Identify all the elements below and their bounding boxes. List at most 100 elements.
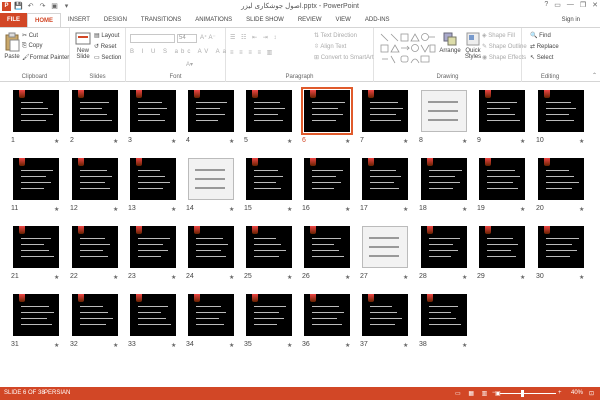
slide-thumbnail[interactable]: [246, 158, 292, 200]
animation-star-icon[interactable]: ★: [403, 206, 408, 213]
animation-star-icon[interactable]: ★: [113, 138, 118, 145]
slide-thumbnail[interactable]: [246, 294, 292, 336]
slide-thumbnail[interactable]: [13, 158, 59, 200]
animation-star-icon[interactable]: ★: [462, 274, 467, 281]
tab-transitions[interactable]: TRANSITIONS: [134, 13, 188, 27]
font-name-box[interactable]: [130, 34, 175, 43]
fit-slide-icon[interactable]: ⊡: [589, 390, 594, 397]
slide-thumbnail[interactable]: [304, 226, 350, 268]
section-button[interactable]: ▭ Section: [94, 54, 121, 61]
slide-thumbnail[interactable]: [130, 158, 176, 200]
tab-slide-show[interactable]: SLIDE SHOW: [239, 13, 291, 27]
font-color-icon[interactable]: A▾: [186, 61, 193, 68]
shape-effects-button[interactable]: ◉ Shape Effects: [482, 54, 526, 61]
convert-smartart-button[interactable]: ⊞ Convert to SmartArt: [314, 54, 374, 61]
font-format-buttons[interactable]: B I U S abc AV Aa: [130, 49, 229, 55]
shapes-gallery[interactable]: [380, 32, 436, 64]
slide-thumbnail[interactable]: [130, 90, 176, 132]
animation-star-icon[interactable]: ★: [345, 206, 350, 213]
slide-thumbnail[interactable]: [479, 90, 525, 132]
animation-star-icon[interactable]: ★: [171, 342, 176, 349]
slide-thumbnail[interactable]: [130, 294, 176, 336]
slide-thumbnail[interactable]: [72, 90, 118, 132]
animation-star-icon[interactable]: ★: [462, 138, 467, 145]
arrange-button[interactable]: Arrange: [438, 32, 462, 54]
font-size-box[interactable]: 54: [177, 34, 197, 43]
slide-thumbnail[interactable]: [362, 294, 408, 336]
zoom-level[interactable]: 40%: [571, 390, 583, 396]
animation-star-icon[interactable]: ★: [54, 138, 59, 145]
slide-thumbnail[interactable]: [246, 226, 292, 268]
animation-star-icon[interactable]: ★: [520, 274, 525, 281]
slide-thumbnail[interactable]: [304, 158, 350, 200]
animation-star-icon[interactable]: ★: [345, 274, 350, 281]
tab-view[interactable]: VIEW: [329, 13, 358, 27]
animation-star-icon[interactable]: ★: [229, 274, 234, 281]
animation-star-icon[interactable]: ★: [403, 342, 408, 349]
format-painter-button[interactable]: 🖌Format Painter: [22, 54, 69, 61]
shape-fill-button[interactable]: ◈ Shape Fill: [482, 32, 515, 39]
animation-star-icon[interactable]: ★: [229, 138, 234, 145]
animation-star-icon[interactable]: ★: [54, 206, 59, 213]
language-status[interactable]: PERSIAN: [44, 390, 70, 396]
zoom-in-icon[interactable]: +: [558, 390, 562, 396]
animation-star-icon[interactable]: ★: [113, 274, 118, 281]
slide-thumbnail[interactable]: [13, 226, 59, 268]
tab-add-ins[interactable]: ADD-INS: [358, 13, 397, 27]
slide-thumbnail[interactable]: [362, 158, 408, 200]
find-button[interactable]: 🔍 Find: [530, 32, 551, 39]
slide-thumbnail[interactable]: [538, 90, 584, 132]
animation-star-icon[interactable]: ★: [229, 206, 234, 213]
slide-thumbnail[interactable]: [362, 226, 408, 268]
animation-star-icon[interactable]: ★: [345, 138, 350, 145]
quick-styles-button[interactable]: Quick Styles: [462, 32, 484, 60]
slide-thumbnail[interactable]: [13, 294, 59, 336]
animation-star-icon[interactable]: ★: [403, 138, 408, 145]
slide-thumbnail[interactable]: [362, 90, 408, 132]
animation-star-icon[interactable]: ★: [287, 342, 292, 349]
animation-star-icon[interactable]: ★: [287, 206, 292, 213]
slide-thumbnail[interactable]: [72, 226, 118, 268]
slide-thumbnail[interactable]: [421, 90, 467, 132]
tab-design[interactable]: DESIGN: [97, 13, 134, 27]
animation-star-icon[interactable]: ★: [520, 206, 525, 213]
collapse-ribbon-icon[interactable]: ⌃: [592, 72, 597, 79]
slide-thumbnail[interactable]: [188, 226, 234, 268]
cut-button[interactable]: ✂ Cut: [22, 32, 38, 39]
slide-thumbnail[interactable]: [421, 158, 467, 200]
slide-thumbnail[interactable]: [538, 226, 584, 268]
animation-star-icon[interactable]: ★: [287, 274, 292, 281]
new-slide-button[interactable]: New Slide: [73, 32, 93, 60]
slide-thumbnail[interactable]: [479, 158, 525, 200]
animation-star-icon[interactable]: ★: [171, 138, 176, 145]
tab-insert[interactable]: INSERT: [61, 13, 97, 27]
zoom-slider[interactable]: [500, 393, 556, 394]
tab-home[interactable]: HOME: [27, 13, 61, 27]
slide-thumbnail[interactable]: [188, 294, 234, 336]
tab-animations[interactable]: ANIMATIONS: [188, 13, 239, 27]
animation-star-icon[interactable]: ★: [579, 138, 584, 145]
animation-star-icon[interactable]: ★: [54, 274, 59, 281]
slide-thumbnail[interactable]: [421, 294, 467, 336]
animation-star-icon[interactable]: ★: [54, 342, 59, 349]
layout-button[interactable]: ▤ Layout: [94, 32, 119, 39]
close-icon[interactable]: ✕: [592, 1, 598, 9]
slide-thumbnail[interactable]: [130, 226, 176, 268]
animation-star-icon[interactable]: ★: [403, 274, 408, 281]
text-direction-button[interactable]: ⇅ Text Direction: [314, 32, 357, 39]
help-icon[interactable]: ?: [544, 1, 548, 9]
animation-star-icon[interactable]: ★: [579, 206, 584, 213]
slide-thumbnail[interactable]: [538, 158, 584, 200]
replace-button[interactable]: ⇄ Replace: [530, 43, 559, 50]
zoom-slider-knob[interactable]: [521, 390, 524, 397]
animation-star-icon[interactable]: ★: [229, 342, 234, 349]
copy-button[interactable]: ⎘ Copy: [22, 43, 42, 50]
animation-star-icon[interactable]: ★: [520, 138, 525, 145]
paste-button[interactable]: Paste: [2, 32, 22, 60]
ribbon-display-icon[interactable]: ▭: [554, 1, 561, 9]
minimize-icon[interactable]: —: [567, 1, 574, 9]
slide-thumbnail[interactable]: [188, 158, 234, 200]
animation-star-icon[interactable]: ★: [113, 206, 118, 213]
animation-star-icon[interactable]: ★: [171, 206, 176, 213]
select-button[interactable]: ↖ Select: [530, 54, 553, 61]
